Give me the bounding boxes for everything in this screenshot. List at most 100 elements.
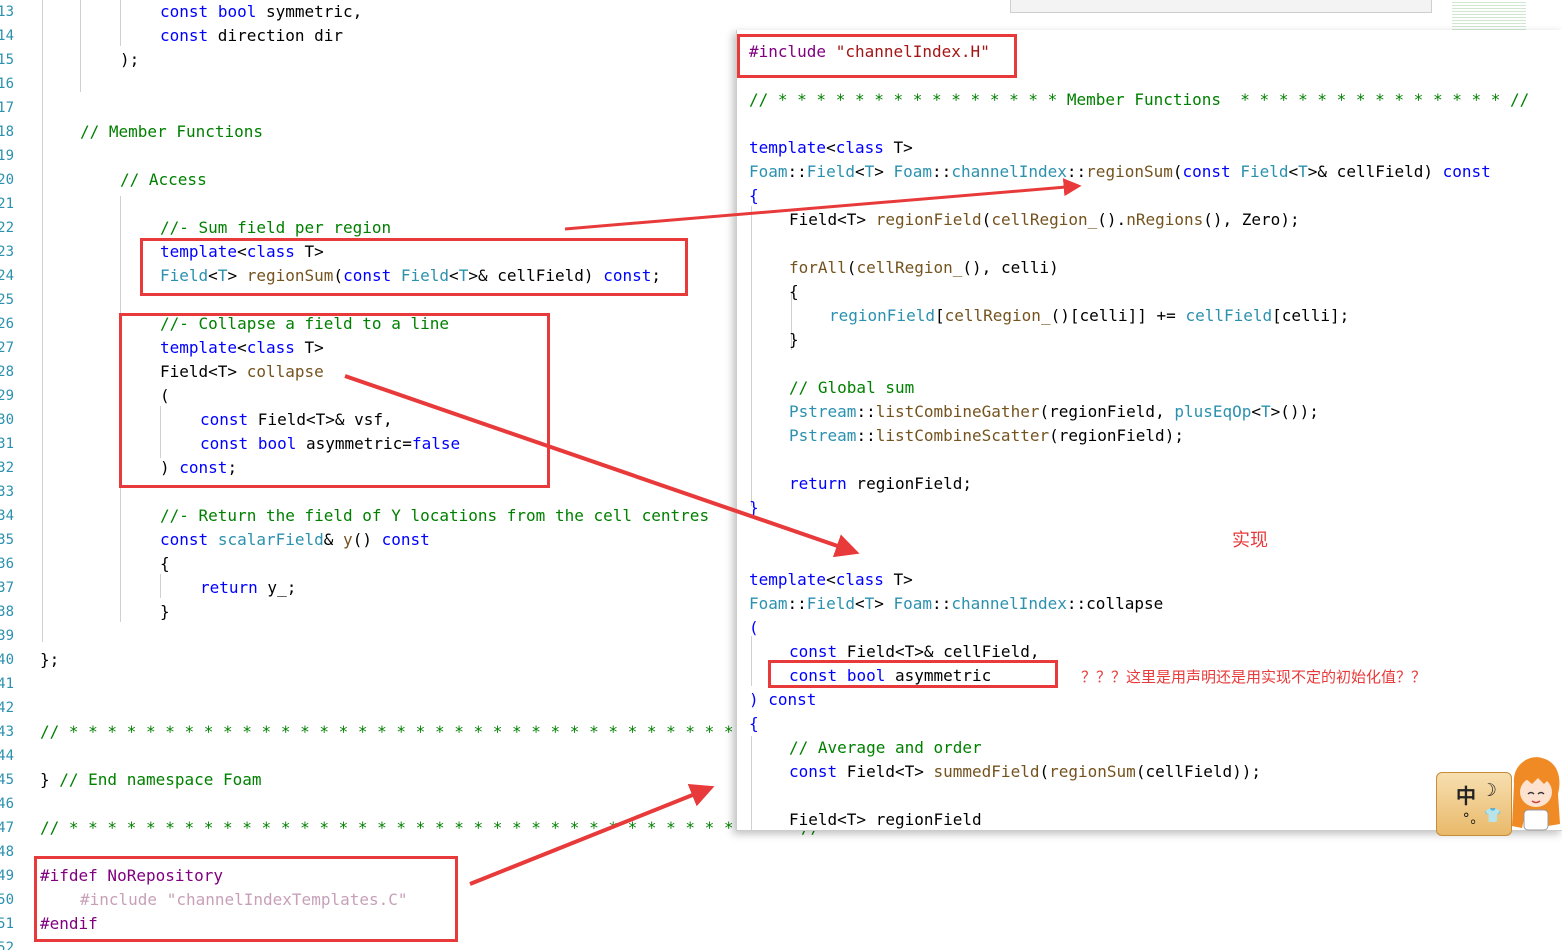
line-number: 18 — [0, 124, 14, 140]
impl-line-summedfield[interactable]: const Field<T> summedField(regionSum(cel… — [789, 760, 1261, 784]
line-number: 48 — [0, 844, 14, 860]
line-number: 47 — [0, 820, 14, 836]
highlight-box-collapse-decl — [119, 313, 550, 488]
impl-line-global-sum-comment[interactable]: // Global sum — [789, 376, 914, 400]
ime-chinese-mode[interactable]: 中 — [1456, 780, 1476, 809]
impl-line-forall-close[interactable]: } — [789, 328, 799, 352]
impl-line-regionsum-signature[interactable]: Foam::Field<T> Foam::channelIndex::regio… — [749, 160, 1491, 184]
line-number: 34 — [0, 508, 14, 524]
line-number: 45 — [0, 772, 14, 788]
indent-guide — [160, 574, 161, 598]
line-number: 15 — [0, 52, 14, 68]
indent-guide — [751, 736, 752, 830]
code-line-43[interactable]: // * * * * * * * * * * * * * * * * * * *… — [40, 720, 820, 744]
indent-guide — [751, 636, 752, 686]
code-line-45[interactable]: } // End namespace Foam — [40, 768, 262, 792]
impl-line-open-paren[interactable]: ( — [749, 616, 759, 640]
line-number: 22 — [0, 220, 14, 236]
line-number: 14 — [0, 28, 14, 44]
impl-line-close-brace[interactable]: } — [749, 496, 759, 520]
skin-icon[interactable]: 👕 — [1484, 808, 1501, 824]
code-line-20[interactable]: // Access — [120, 168, 207, 192]
line-number: 31 — [0, 436, 14, 452]
line-number-gutter: 13 14 15 16 17 18 19 20 21 22 23 24 25 26 27 28 29 30 31 32… — [0, 0, 16, 950]
line-number: 39 — [0, 628, 14, 644]
highlight-box-norepository — [34, 856, 458, 942]
impl-line-regionfield-decl[interactable]: Field<T> regionField(cellRegion_().nRegi… — [789, 208, 1300, 232]
line-number: 20 — [0, 172, 14, 188]
impl-line-open-brace[interactable]: { — [749, 184, 759, 208]
highlight-box-regionsum-decl — [140, 238, 688, 296]
code-line-47[interactable]: // * * * * * * * * * * * * * * * * * * *… — [40, 816, 820, 840]
impl-line-regionfield-2[interactable]: Field<T> regionField — [789, 808, 982, 830]
impl-line-average-comment[interactable]: // Average and order — [789, 736, 982, 760]
impl-line-combine-scatter[interactable]: Pstream::listCombineScatter(regionField)… — [789, 424, 1184, 448]
line-number: 28 — [0, 364, 14, 380]
implementation-editor-pane[interactable]: #include "channelIndex.H" // * * * * * *… — [736, 30, 1562, 831]
code-line-37[interactable]: return y_; — [200, 576, 296, 600]
line-number: 30 — [0, 412, 14, 428]
impl-line-return[interactable]: return regionField; — [789, 472, 972, 496]
line-number: 42 — [0, 700, 14, 716]
impl-line-body-open[interactable]: { — [749, 712, 759, 736]
indent-guide — [80, 0, 81, 92]
find-toolbar-strip — [1010, 0, 1432, 13]
line-number: 16 — [0, 76, 14, 92]
line-number: 40 — [0, 652, 14, 668]
mascot-icon — [1512, 757, 1560, 831]
code-line-34[interactable]: //- Return the field of Y locations from… — [160, 504, 709, 528]
indent-guide — [42, 0, 43, 642]
impl-line-forall[interactable]: forAll(cellRegion_(), celli) — [789, 256, 1059, 280]
impl-line-forall-open[interactable]: { — [789, 280, 799, 304]
line-number: 37 — [0, 580, 14, 596]
line-number: 43 — [0, 724, 14, 740]
annotation-implementation: 实现 — [1232, 530, 1268, 551]
impl-line-template-1[interactable]: template<class T> — [749, 136, 913, 160]
line-number: 51 — [0, 916, 14, 932]
code-line-18[interactable]: // Member Functions — [80, 120, 263, 144]
code-line-40[interactable]: }; — [40, 648, 59, 672]
line-number: 49 — [0, 868, 14, 884]
annotation-question: ？？？这里是用声明还是用实现不定的初始化值？？ — [1081, 668, 1427, 686]
code-line-22[interactable]: //- Sum field per region — [160, 216, 391, 240]
line-number: 36 — [0, 556, 14, 572]
minimap[interactable] — [1452, 0, 1526, 30]
moon-icon[interactable]: ☽ — [1486, 780, 1497, 801]
line-number: 19 — [0, 148, 14, 164]
indent-guide — [751, 206, 752, 506]
line-number: 29 — [0, 388, 14, 404]
line-number: 38 — [0, 604, 14, 620]
line-number: 41 — [0, 676, 14, 692]
line-number: 44 — [0, 748, 14, 764]
highlight-box-include — [737, 34, 1017, 78]
ime-status-widget[interactable]: 中 ☽ °。 👕 — [1436, 754, 1562, 838]
code-line-13[interactable]: const bool symmetric, — [160, 0, 362, 24]
line-number: 21 — [0, 196, 14, 212]
impl-line-close-paren-const[interactable]: ) const — [749, 688, 816, 712]
impl-line-section-comment[interactable]: // * * * * * * * * * * * * * * * Member … — [749, 88, 1529, 112]
line-number: 26 — [0, 316, 14, 332]
code-line-14[interactable]: const direction dir — [160, 24, 343, 48]
code-line-15[interactable]: ); — [120, 48, 139, 72]
code-line-36[interactable]: { — [160, 552, 170, 576]
line-number: 17 — [0, 100, 14, 116]
code-line-35[interactable]: const scalarField& y() const — [160, 528, 430, 552]
line-number: 23 — [0, 244, 14, 260]
impl-line-template-2[interactable]: template<class T> — [749, 568, 913, 592]
line-number: 52 — [0, 940, 14, 950]
highlight-box-asymmetric-param — [768, 660, 1058, 688]
impl-line-collapse-signature[interactable]: Foam::Field<T> Foam::channelIndex::colla… — [749, 592, 1163, 616]
impl-line-combine-gather[interactable]: Pstream::listCombineGather(regionField, … — [789, 400, 1319, 424]
indent-guide — [120, 0, 121, 46]
line-number: 24 — [0, 268, 14, 284]
line-number: 25 — [0, 292, 14, 308]
line-number: 46 — [0, 796, 14, 812]
line-number: 33 — [0, 484, 14, 500]
impl-line-accumulate[interactable]: regionField[cellRegion_()[celli]] += cel… — [829, 304, 1349, 328]
line-number: 13 — [0, 4, 14, 20]
line-number: 32 — [0, 460, 14, 476]
line-number: 35 — [0, 532, 14, 548]
code-line-38[interactable]: } — [160, 600, 170, 624]
line-number: 50 — [0, 892, 14, 908]
punctuation-icon[interactable]: °。 — [1462, 808, 1484, 828]
